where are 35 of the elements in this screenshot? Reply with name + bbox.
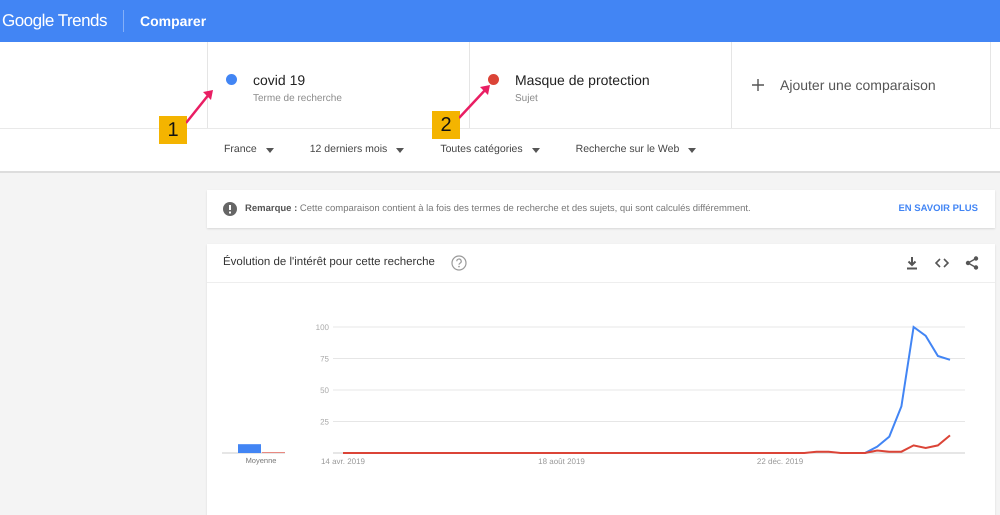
filter-dropdown[interactable]: 12 derniers mois xyxy=(300,142,414,158)
callout-label: 1 xyxy=(159,116,187,144)
add-comparison-link[interactable]: Ajouter une comparaison xyxy=(780,74,936,96)
x-tick-label: 14 avr. 2019 xyxy=(320,457,366,466)
learn-more-link[interactable]: EN SAVOIR PLUS xyxy=(898,202,978,216)
term-name[interactable]: covid 19 xyxy=(253,70,342,91)
download-icon[interactable] xyxy=(905,256,919,270)
caret-icon xyxy=(396,148,404,152)
filter-dropdown[interactable]: Recherche sur le Web xyxy=(566,142,706,158)
help-icon[interactable] xyxy=(450,255,467,271)
y-tick-label: 25 xyxy=(320,418,329,426)
embed-icon[interactable] xyxy=(935,257,949,269)
card-title: Évolution de l'intérêt pour cette recherche xyxy=(223,254,435,270)
warning-icon xyxy=(223,202,237,216)
x-tick-label: 18 août 2019 xyxy=(538,457,585,466)
caret-icon xyxy=(532,148,540,152)
caret-icon xyxy=(688,148,696,152)
filter-dropdown[interactable]: Toutes catégories xyxy=(431,142,549,158)
term-name[interactable]: Masque de protection xyxy=(515,70,650,91)
plus-icon[interactable] xyxy=(752,79,764,91)
x-tick-label: 22 déc. 2019 xyxy=(756,457,804,466)
filter-dropdown[interactable]: France xyxy=(215,142,283,158)
term-type: Sujet xyxy=(515,92,539,106)
y-tick-label: 100 xyxy=(316,323,329,332)
y-tick-label: 50 xyxy=(320,386,329,395)
app-logo[interactable]: Google Trends xyxy=(0,8,108,34)
share-icon[interactable] xyxy=(965,256,979,270)
callout-arrow xyxy=(459,85,490,119)
callout-arrow xyxy=(186,90,213,124)
caret-icon xyxy=(266,148,274,152)
callout-label: 2 xyxy=(432,111,460,139)
note-text: Remarque : Cette comparaison contient à la fois des termes de recherche et des sujets, qui sont calculés différemment. xyxy=(245,202,751,216)
term-type: Terme de recherche xyxy=(253,92,342,106)
y-tick-label: 75 xyxy=(320,354,329,364)
page-title: Comparer xyxy=(140,12,206,31)
